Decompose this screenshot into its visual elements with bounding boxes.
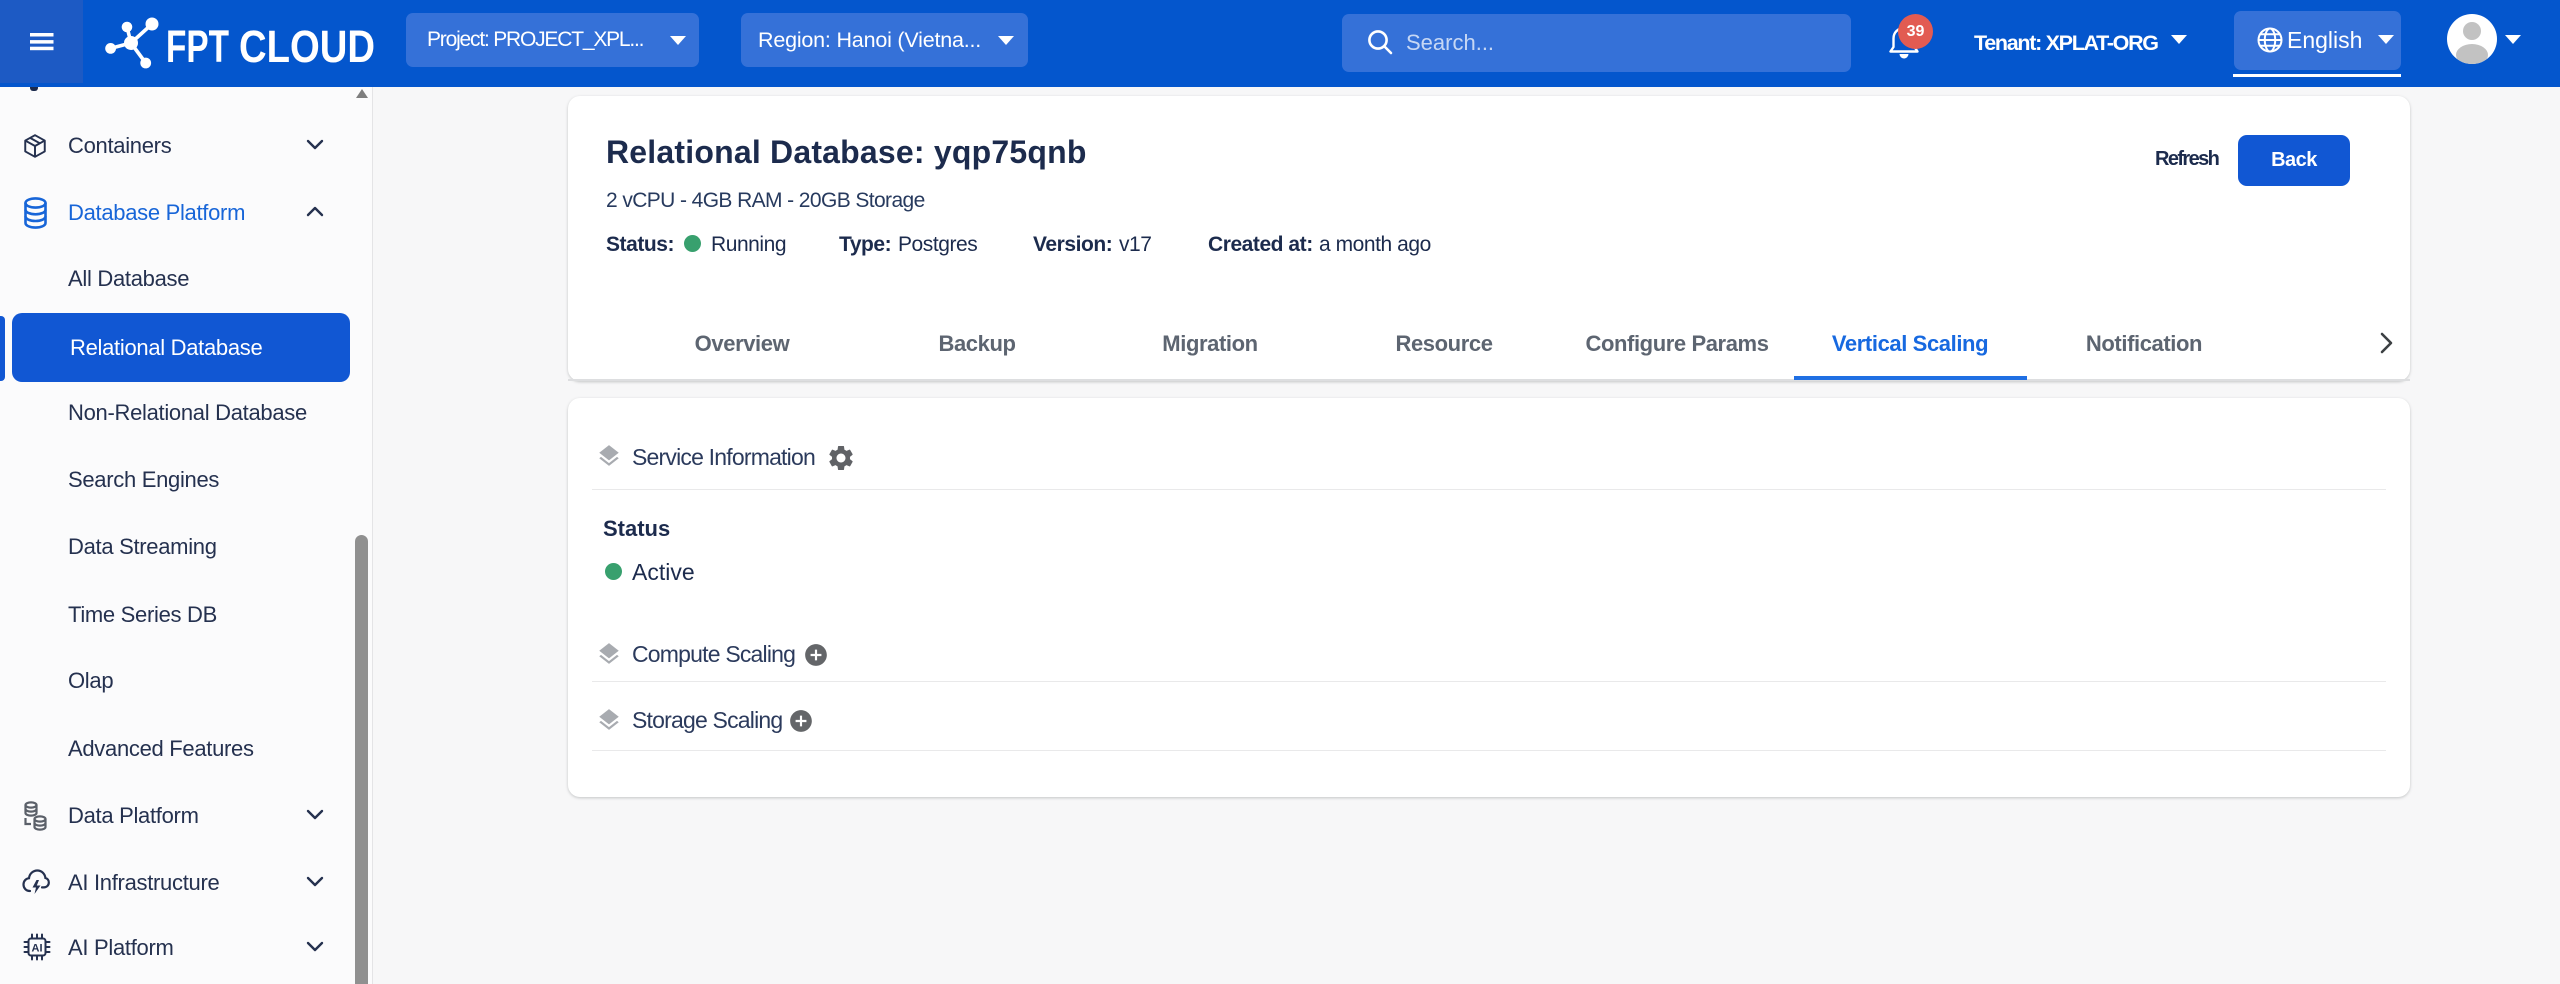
svg-text:FPT: FPT xyxy=(166,21,229,72)
svg-text:AI: AI xyxy=(32,943,43,955)
svg-text:CLOUD: CLOUD xyxy=(239,21,375,72)
